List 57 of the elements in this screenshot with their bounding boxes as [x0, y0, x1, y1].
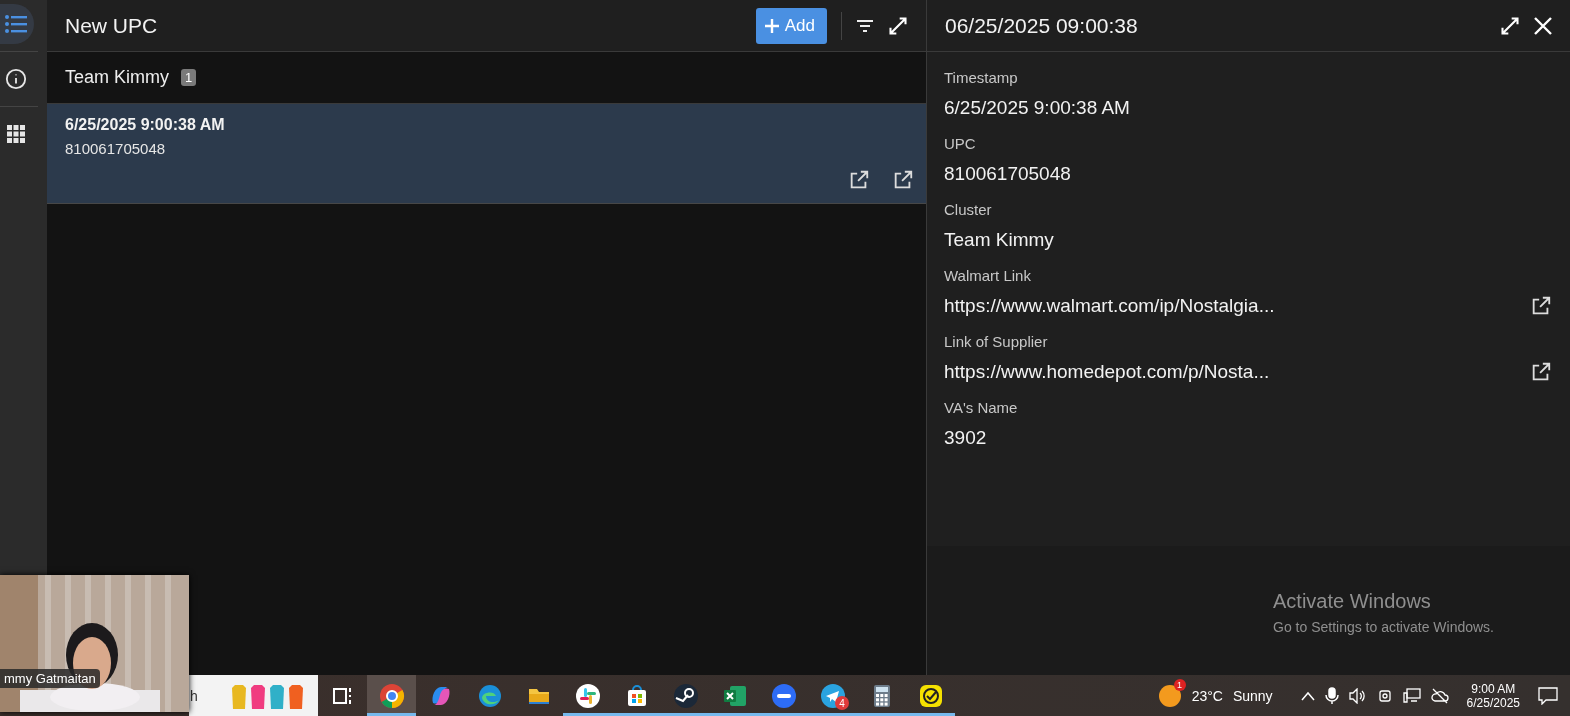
taskbar-button[interactable]: 4 — [808, 675, 857, 716]
list-item[interactable]: 6/25/2025 9:00:38 AM 810061705048 — [47, 104, 926, 204]
field-value: 810061705048 — [944, 162, 1071, 186]
field-value: 3902 — [944, 426, 987, 450]
activation-subtitle: Go to Settings to activate Windows. — [1273, 619, 1494, 635]
participant-name: mmy Gatmaitan — [0, 669, 100, 688]
notification-badge: 4 — [835, 696, 849, 710]
field-link[interactable]: https://www.homedepot.com/p/Nosta... — [944, 358, 1270, 386]
field-label: Timestamp — [944, 68, 1019, 88]
speaker-icon[interactable] — [1348, 687, 1367, 704]
notification-badge: 1 — [1173, 678, 1186, 691]
slack-icon[interactable] — [574, 682, 601, 709]
list-icon — [5, 15, 27, 33]
external-link-icon[interactable] — [1530, 295, 1552, 317]
taskbar-button[interactable] — [367, 675, 416, 716]
field-label: Cluster — [944, 200, 993, 220]
field-label: Walmart Link — [944, 266, 1032, 286]
notifications-icon[interactable] — [1538, 686, 1558, 705]
cloud-off-icon[interactable] — [1430, 687, 1449, 704]
activation-title: Activate Windows — [1273, 590, 1432, 613]
group-title: Team Kimmy — [65, 67, 169, 88]
camera-icon[interactable] — [1376, 687, 1393, 704]
external-link-icon[interactable] — [1530, 361, 1552, 383]
external-link-icon[interactable] — [848, 169, 870, 191]
filter-icon[interactable] — [856, 18, 874, 33]
plus-icon — [764, 18, 779, 33]
info-icon — [5, 68, 27, 90]
network-icon[interactable] — [1402, 687, 1421, 704]
clock-time[interactable]: 9:00 AM — [1471, 681, 1516, 696]
close-icon[interactable] — [1534, 16, 1552, 35]
item-upc: 810061705048 — [65, 140, 167, 157]
checkmark-icon[interactable] — [917, 682, 944, 709]
steam-icon[interactable] — [672, 682, 699, 709]
field-label: Link of Supplier — [944, 332, 1049, 352]
search-field[interactable]: h — [189, 675, 318, 716]
grid-icon — [7, 125, 25, 143]
weather-condition: Sunny — [1232, 687, 1273, 704]
video-meeting-icon[interactable] — [770, 682, 797, 709]
caret-up-icon[interactable] — [1300, 690, 1315, 701]
field-link[interactable]: https://www.walmart.com/ip/Nostalgia... — [944, 292, 1275, 320]
count-badge: 1 — [181, 69, 197, 86]
field-label: VA's Name — [944, 398, 1019, 418]
panel-title: New UPC — [65, 13, 159, 38]
temperature: 23°C — [1191, 687, 1223, 704]
edge-icon[interactable] — [476, 682, 503, 709]
external-link-icon[interactable] — [892, 169, 914, 191]
field-label: UPC — [944, 134, 977, 154]
expand-icon[interactable] — [1500, 15, 1520, 36]
field-value: Team Kimmy — [944, 228, 1054, 252]
sun-icon[interactable] — [1157, 683, 1182, 708]
microphone-icon[interactable] — [1324, 686, 1339, 705]
browser-icon[interactable] — [378, 682, 405, 709]
clock-date[interactable]: 6/25/2025 — [1466, 695, 1520, 710]
expand-icon[interactable] — [888, 15, 908, 36]
field-value: 6/25/2025 9:00:38 AM — [944, 96, 1130, 120]
detail-title: 06/25/2025 09:00:38 — [945, 13, 1139, 38]
item-timestamp: 6/25/2025 9:00:38 AM — [65, 116, 226, 134]
